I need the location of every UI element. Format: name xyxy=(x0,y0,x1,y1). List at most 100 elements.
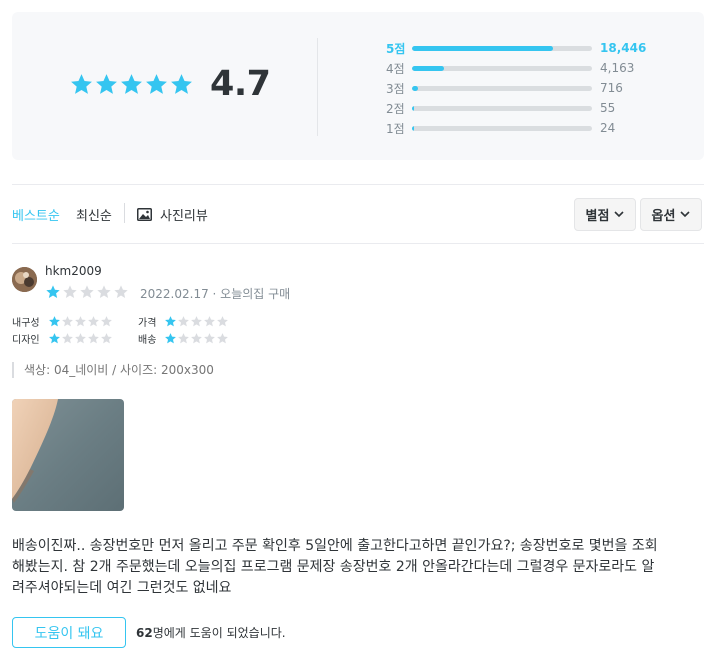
distribution-bar-fill xyxy=(412,105,415,111)
star-empty-icon xyxy=(191,333,202,344)
star-empty-icon xyxy=(75,316,86,327)
star-empty-icon xyxy=(101,333,112,344)
rating-distribution: 5점 18,446 4점 4,163 3점 716 2점 55 1점 24 xyxy=(386,38,686,138)
star-filled-icon xyxy=(171,74,192,94)
distribution-bar xyxy=(412,85,592,91)
sub-rating-stars xyxy=(164,315,229,328)
review-photo[interactable] xyxy=(12,399,124,511)
star-empty-icon xyxy=(217,316,228,327)
sub-rating-durability: 내구성 xyxy=(12,314,113,329)
sort-divider xyxy=(124,203,125,223)
average-rating-panel: 4.7 xyxy=(12,12,318,160)
distribution-label: 5점 xyxy=(386,41,406,56)
photo-review-label: 사진리뷰 xyxy=(160,209,208,224)
star-empty-icon xyxy=(204,316,215,327)
photo-review-tab[interactable]: 사진리뷰 xyxy=(137,205,208,224)
star-empty-icon xyxy=(204,333,215,344)
star-filled-icon xyxy=(121,74,142,94)
helpful-count-text: 62명에게 도움이 되었습니다. xyxy=(136,624,286,641)
star-filled-icon xyxy=(71,74,92,94)
sub-rating-stars xyxy=(48,315,113,328)
review-content-line: 해봤는지. 참 2개 주문했는데 오늘의집 프로그램 문제장 송장번호 2개 안… xyxy=(12,559,655,575)
sub-rating-label: 내구성 xyxy=(12,318,40,329)
distribution-bar-fill xyxy=(412,65,444,71)
distribution-count: 4,163 xyxy=(600,61,635,75)
distribution-count: 55 xyxy=(600,101,616,115)
distribution-label: 4점 xyxy=(386,61,405,76)
rating-distribution-row[interactable]: 4점 4,163 xyxy=(386,58,686,78)
average-rating-value: 4.7 xyxy=(210,64,271,104)
sub-rating-delivery: 배송 xyxy=(138,331,229,346)
helpful-count: 62 xyxy=(136,626,153,640)
star-filled-icon xyxy=(49,316,60,327)
rating-distribution-row[interactable]: 1점 24 xyxy=(386,118,686,138)
star-empty-icon xyxy=(88,316,99,327)
distribution-label: 3점 xyxy=(386,81,405,96)
review-star-rating xyxy=(45,284,130,300)
sort-best-tab[interactable]: 베스트순 xyxy=(12,205,60,224)
distribution-bar-fill xyxy=(412,45,554,51)
star-empty-icon xyxy=(97,285,111,298)
review-content-line: 려주셔야되는데 여긴 그런것도 없네요 xyxy=(12,580,232,596)
star-empty-icon xyxy=(217,333,228,344)
distribution-bar-fill xyxy=(412,85,418,91)
star-empty-icon xyxy=(101,316,112,327)
star-empty-icon xyxy=(63,285,77,298)
star-empty-icon xyxy=(62,316,73,327)
sub-rating-stars xyxy=(48,332,113,345)
average-stars xyxy=(69,72,194,97)
review-content: 배송이진짜.. 송장번호만 먼저 올리고 주문 확인후 5일안에 출고한다고하면… xyxy=(12,536,704,599)
star-empty-icon xyxy=(114,285,128,298)
summary-divider xyxy=(317,38,318,136)
review-content-line: 배송이진짜.. 송장번호만 먼저 올리고 주문 확인후 5일안에 출고한다고하면… xyxy=(12,538,658,554)
chevron-down-icon xyxy=(680,211,691,218)
star-filled-icon xyxy=(165,333,176,344)
star-empty-icon xyxy=(80,285,94,298)
review-product-options: 색상: 04_네이비 / 사이즈: 200x300 xyxy=(12,362,214,378)
distribution-count: 18,446 xyxy=(600,41,647,55)
sub-rating-design: 디자인 xyxy=(12,331,113,346)
sub-rating-price: 가격 xyxy=(138,314,229,329)
distribution-bar xyxy=(412,125,592,131)
star-empty-icon xyxy=(88,333,99,344)
star-filled-icon xyxy=(96,74,117,94)
star-filled-icon xyxy=(165,316,176,327)
star-empty-icon xyxy=(191,316,202,327)
star-filled-icon xyxy=(46,285,60,298)
rating-distribution-row[interactable]: 5점 18,446 xyxy=(386,38,686,58)
review-date-source: 2022.02.17 · 오늘의집 구매 xyxy=(140,287,291,301)
rating-summary: 4.7 5점 18,446 4점 4,163 3점 716 2점 55 1점 24 xyxy=(12,12,704,160)
sub-rating-label: 배송 xyxy=(138,335,157,346)
helpful-button[interactable]: 도움이 돼요 xyxy=(12,617,126,648)
rating-filter-label: 별점 xyxy=(585,209,610,224)
star-filled-icon xyxy=(146,74,167,94)
image-icon xyxy=(137,208,152,221)
option-filter-dropdown[interactable]: 옵션 xyxy=(640,198,702,231)
star-empty-icon xyxy=(62,333,73,344)
star-filled-icon xyxy=(49,333,60,344)
sub-rating-stars xyxy=(164,332,229,345)
review-filter-bar: 베스트순 최신순 사진리뷰 별점 옵션 xyxy=(12,184,704,244)
helpful-suffix: 명에게 도움이 되었습니다. xyxy=(152,626,286,640)
distribution-count: 716 xyxy=(600,81,623,95)
avatar[interactable] xyxy=(12,267,37,292)
sub-rating-label: 디자인 xyxy=(12,335,40,346)
sort-latest-tab[interactable]: 최신순 xyxy=(76,205,112,224)
star-empty-icon xyxy=(178,333,189,344)
chevron-down-icon xyxy=(614,211,625,218)
star-empty-icon xyxy=(75,333,86,344)
rating-filter-dropdown[interactable]: 별점 xyxy=(574,198,636,231)
option-filter-label: 옵션 xyxy=(651,209,676,224)
rating-distribution-row[interactable]: 2점 55 xyxy=(386,98,686,118)
distribution-bar-fill xyxy=(412,125,415,131)
sub-rating-label: 가격 xyxy=(138,318,157,329)
review-username[interactable]: hkm2009 xyxy=(45,264,102,278)
rating-distribution-row[interactable]: 3점 716 xyxy=(386,78,686,98)
distribution-label: 2점 xyxy=(386,101,405,116)
distribution-count: 24 xyxy=(600,121,616,135)
distribution-bar xyxy=(412,65,592,71)
distribution-bar xyxy=(412,105,592,111)
distribution-label: 1점 xyxy=(386,121,405,136)
distribution-bar xyxy=(412,45,592,51)
star-empty-icon xyxy=(178,316,189,327)
